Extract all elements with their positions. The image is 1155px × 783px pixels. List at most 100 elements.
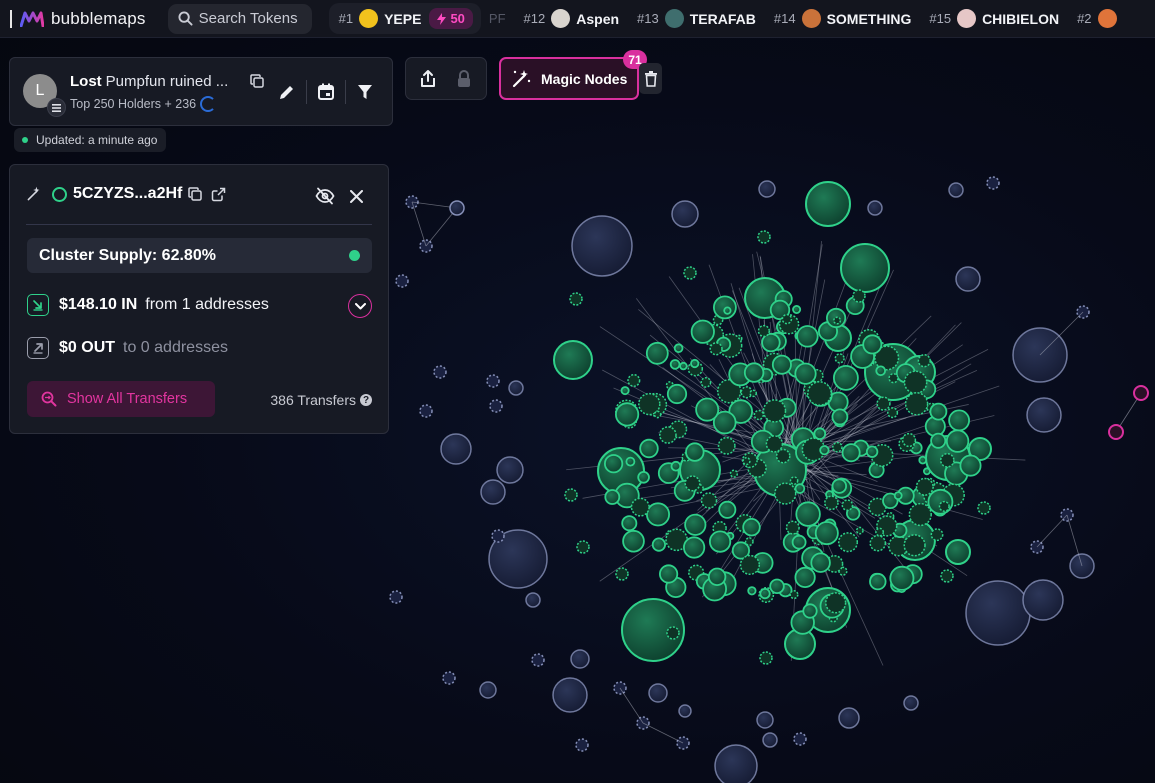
cluster-bubble[interactable] [743,362,765,383]
ticker-item-aspen[interactable]: #12 Aspen [524,9,619,28]
cluster-bubble[interactable] [789,590,799,600]
small-wallet-bubble[interactable] [491,529,505,543]
cluster-bubble[interactable] [959,454,982,477]
cluster-bubble[interactable] [614,402,640,427]
cluster-bubble[interactable] [785,520,800,535]
wallet-bubble[interactable] [762,732,778,748]
cluster-bubble[interactable] [923,467,931,476]
cluster-bubble[interactable] [684,475,701,492]
small-wallet-bubble[interactable] [395,274,409,288]
cluster-bubble[interactable] [840,243,890,293]
cluster-bubble[interactable] [865,445,879,458]
cluster-bubble[interactable] [762,399,787,423]
cluster-bubble[interactable] [802,603,818,619]
cluster-bubble[interactable] [759,587,771,600]
brand[interactable]: bubblemaps [10,0,146,37]
cluster-bubble[interactable] [831,408,849,426]
cluster-bubble[interactable] [791,534,807,550]
cluster-bubble[interactable] [753,409,765,421]
cluster-bubble[interactable] [869,572,887,591]
small-wallet-bubble[interactable] [419,404,433,418]
cluster-bubble[interactable] [948,409,970,432]
expand-inflow-button[interactable] [348,294,372,318]
show-all-transfers-button[interactable]: Show All Transfers [27,381,215,417]
cluster-bubble[interactable] [876,396,891,411]
cluster-bubble[interactable] [841,443,861,463]
cluster-bubble[interactable] [807,381,832,406]
wallet-bubble[interactable] [965,580,1031,646]
ticker-item-yepe[interactable]: #1 YEPE 50 [328,3,481,34]
cluster-bubble[interactable] [893,491,903,501]
ticker-item-chibielon[interactable]: #15 CHIBIELON [929,9,1059,28]
cluster-bubble[interactable] [637,470,650,484]
cluster-bubble[interactable] [792,304,802,314]
cluster-bubble[interactable] [918,455,927,465]
wallet-bubble[interactable] [758,180,776,198]
ticker-item-terafab[interactable]: #13 TERAFAB [637,9,756,28]
cluster-bubble[interactable] [901,432,917,448]
cluster-bubble[interactable] [796,325,819,348]
cluster-bubble[interactable] [819,445,830,456]
wallet-bubble[interactable] [479,681,497,699]
cluster-bubble[interactable] [765,435,784,453]
cluster-bubble[interactable] [576,540,590,554]
cluster-bubble[interactable] [700,492,718,509]
wallet-bubble[interactable] [867,200,883,216]
cluster-bubble[interactable] [810,552,831,573]
cluster-bubble[interactable] [833,316,842,325]
cluster-bubble[interactable] [723,306,732,315]
small-wallet-bubble[interactable] [986,176,1000,190]
wallet-bubble[interactable] [671,200,699,228]
cluster-bubble[interactable] [707,567,727,587]
wallet-bubble[interactable] [570,649,590,669]
cluster-bubble[interactable] [747,586,757,596]
wallet-bubble[interactable] [678,704,692,718]
wallet-bubble[interactable] [955,266,981,292]
cluster-bubble[interactable] [683,266,697,280]
small-wallet-bubble[interactable] [389,590,403,604]
cluster-bubble[interactable] [708,530,732,553]
cluster-bubble[interactable] [805,181,851,227]
wallet-bubble[interactable] [948,182,964,198]
wallet-bubble[interactable] [552,677,588,713]
cluster-bubble[interactable] [742,456,751,466]
cluster-bubble[interactable] [940,569,954,583]
cluster-bubble[interactable] [749,389,758,398]
cluster-bubble[interactable] [653,410,662,419]
cluster-bubble[interactable] [769,578,785,595]
cluster-bubble[interactable] [824,495,839,511]
cluster-bubble[interactable] [651,537,667,552]
small-wallet-bubble[interactable] [489,399,503,413]
cluster-bubble[interactable] [774,482,797,505]
cluster-bubble[interactable] [831,478,848,494]
cluster-bubble[interactable] [658,564,679,584]
cluster-bubble[interactable] [795,501,821,527]
edit-pencil-icon[interactable] [278,83,296,101]
wallet-bubble[interactable] [508,380,524,396]
wallet-bubble[interactable] [714,744,758,783]
cluster-bubble[interactable] [679,361,688,371]
cluster-bubble[interactable] [669,359,681,370]
cluster-bubble[interactable] [630,497,650,517]
cluster-bubble[interactable] [604,489,621,505]
cluster-bubble[interactable] [603,454,624,474]
cluster-bubble[interactable] [930,432,947,449]
cluster-bubble[interactable] [564,488,578,502]
cluster-bubble[interactable] [939,452,955,468]
cluster-bubble[interactable] [813,427,827,441]
cluster-bubble[interactable] [833,364,859,391]
cluster-bubble[interactable] [834,353,845,364]
cluster-bubble[interactable] [690,319,715,344]
cluster-bubble[interactable] [841,499,854,512]
wallet-bubble[interactable] [838,707,860,729]
wallet-bubble[interactable] [903,695,919,711]
cluster-bubble[interactable] [887,407,899,419]
copy-icon[interactable] [188,187,203,201]
small-wallet-bubble[interactable] [442,671,456,685]
wallet-bubble[interactable] [449,200,465,216]
wallet-bubble[interactable] [440,433,472,465]
cluster-bubble[interactable] [621,515,638,532]
cluster-bubble[interactable] [930,528,944,542]
calendar-icon[interactable] [317,83,335,101]
cluster-bubble[interactable] [622,529,645,553]
